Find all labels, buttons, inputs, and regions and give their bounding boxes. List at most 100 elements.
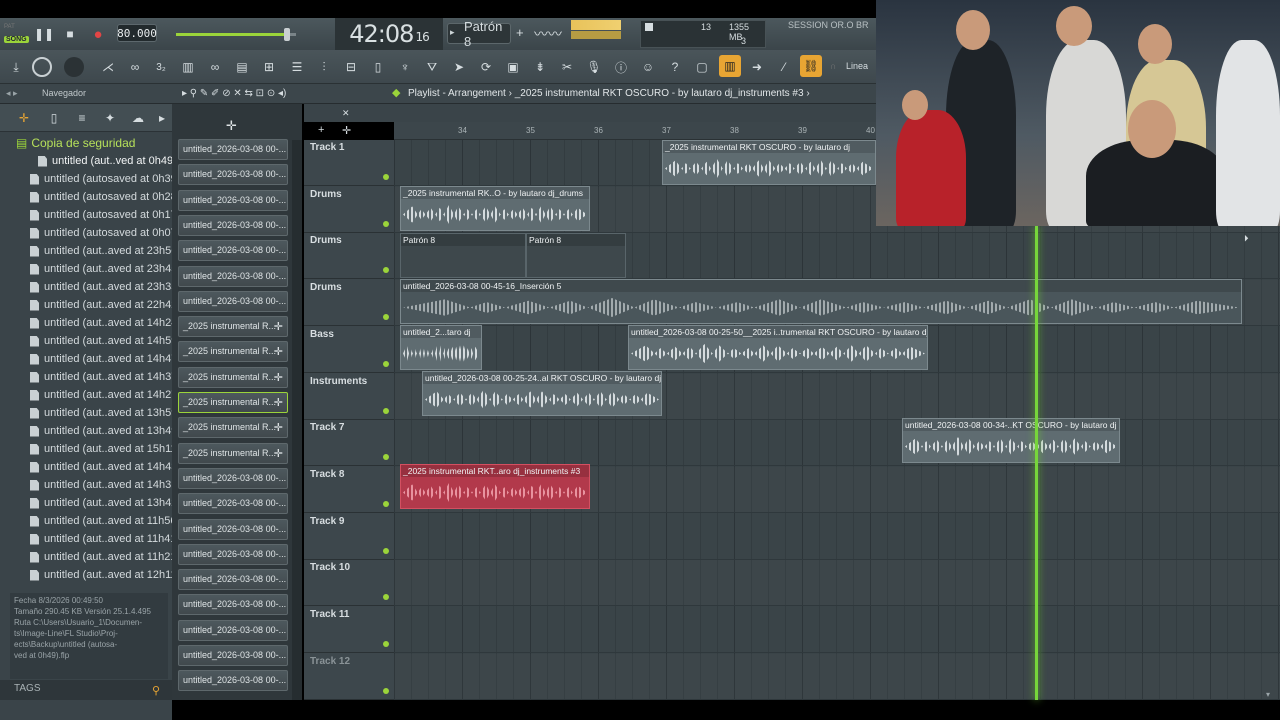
pause-button[interactable]: ❚❚ bbox=[34, 24, 54, 44]
browser-star-icon[interactable]: ✦ bbox=[100, 108, 120, 128]
clip-pattern-8b[interactable]: Patrón 8 bbox=[526, 233, 626, 278]
channel-button[interactable]: untitled_2026-03-08 00-... bbox=[178, 164, 288, 186]
track-header[interactable]: Drums bbox=[304, 280, 394, 327]
clip-track7[interactable]: untitled_2026-03-08 00-34-..KT OSCURO - … bbox=[902, 418, 1120, 463]
channel-button[interactable]: untitled_2026-03-08 00-... bbox=[178, 493, 288, 515]
step-edit-icon[interactable]: ▥ bbox=[178, 57, 198, 77]
browser-item[interactable]: untitled (aut..aved at 13h49) bbox=[0, 422, 172, 440]
clip-drums-1[interactable]: _2025 instrumental RK..O - by lautaro dj… bbox=[400, 186, 590, 231]
browser-item[interactable]: untitled (aut..aved at 11h41) bbox=[0, 530, 172, 548]
loop-record-icon[interactable]: ∞ bbox=[205, 57, 225, 77]
browser-item[interactable]: untitled (aut..aved at 23h45) bbox=[0, 260, 172, 278]
pattern-selector[interactable]: Patrón 8 bbox=[447, 19, 511, 49]
mixer-icon[interactable]: ⫶ bbox=[314, 57, 334, 77]
stroke-icon[interactable]: ⁄ bbox=[774, 57, 794, 77]
browser-item[interactable]: untitled (autosaved at 0h17) bbox=[0, 206, 172, 224]
browser-item[interactable]: untitled (aut..aved at 23h56) bbox=[0, 242, 172, 260]
channel-button[interactable]: untitled_2026-03-08 00-... bbox=[178, 645, 288, 666]
window-icon[interactable]: ▢ bbox=[692, 57, 712, 77]
target-icon[interactable]: ✛ bbox=[342, 124, 351, 137]
channel-button[interactable]: untitled_2026-03-08 00-... bbox=[178, 543, 288, 565]
channel-button[interactable]: untitled_2026-03-08 00-... bbox=[178, 265, 288, 287]
browser-item[interactable]: untitled (aut..aved at 14h43) bbox=[0, 458, 172, 476]
channel-button[interactable]: _2025 instrumental R... bbox=[178, 417, 288, 439]
channel-button[interactable]: untitled_2026-03-08 00-... bbox=[178, 518, 288, 540]
channel-button[interactable]: untitled_2026-03-08 00-... bbox=[178, 290, 288, 312]
link-icon[interactable]: ⛓ bbox=[800, 55, 822, 77]
channel-button[interactable]: _2025 instrumental R... bbox=[178, 316, 288, 338]
track-row[interactable] bbox=[394, 420, 1280, 467]
channel-scrollbar[interactable] bbox=[292, 140, 302, 700]
plugin-icon[interactable]: ♆ bbox=[395, 57, 415, 77]
channel-target-icon[interactable]: ✛ bbox=[226, 118, 237, 134]
browser-item[interactable]: untitled (aut..aved at 14h24) bbox=[0, 314, 172, 332]
clip-track1[interactable]: _2025 instrumental RKT OSCURO - by lauta… bbox=[662, 140, 876, 185]
track-enable-led[interactable] bbox=[383, 500, 389, 507]
playlist-icon[interactable]: ☰ bbox=[287, 57, 307, 77]
main-volume-knob[interactable] bbox=[64, 57, 84, 77]
browser-item[interactable]: untitled (autosaved at 0h39) bbox=[0, 170, 172, 188]
browser-item[interactable]: untitled (aut..aved at 13h42) bbox=[0, 494, 172, 512]
add-track-icon[interactable]: + bbox=[318, 124, 324, 136]
browser-list-icon[interactable]: ≡ bbox=[72, 108, 92, 128]
nav-arrows-icon[interactable]: ◂ ▸ bbox=[6, 88, 18, 99]
download-icon[interactable]: ⤓ bbox=[6, 57, 26, 77]
tags-bar[interactable]: TAGS bbox=[0, 680, 172, 700]
tempo-display[interactable]: 80.000 bbox=[117, 24, 157, 42]
browser-target-icon[interactable]: ✛ bbox=[14, 108, 34, 128]
refresh-icon[interactable]: ⟳ bbox=[476, 57, 496, 77]
countdown-icon[interactable]: 3₂ bbox=[151, 57, 171, 77]
help-icon[interactable]: ? bbox=[665, 57, 685, 77]
document-icon[interactable]: ▯ bbox=[368, 57, 388, 77]
browser-item[interactable]: untitled (autosaved at 0h28) bbox=[0, 188, 172, 206]
track-enable-led[interactable] bbox=[383, 687, 389, 694]
track-enable-led[interactable] bbox=[383, 641, 389, 647]
save-icon[interactable]: ▣ bbox=[503, 57, 523, 77]
play-icon[interactable]: ◆ bbox=[392, 86, 400, 99]
track-enable-led[interactable] bbox=[383, 267, 389, 274]
track-header[interactable]: Drums bbox=[304, 233, 394, 280]
add-pattern-icon[interactable]: + bbox=[516, 25, 524, 40]
track-header[interactable]: Bass bbox=[304, 327, 394, 373]
browser-file-icon[interactable]: ▯ bbox=[44, 108, 64, 128]
snap-mode[interactable]: Linea bbox=[846, 61, 868, 71]
track-enable-led[interactable] bbox=[383, 547, 389, 554]
track-row[interactable] bbox=[394, 654, 1280, 700]
smile-icon[interactable]: ☺ bbox=[638, 57, 658, 77]
clip-drums-3[interactable]: untitled_2026-03-08 00-45-16_Inserción 5 bbox=[400, 279, 1242, 324]
browser-item[interactable]: untitled (aut..aved at 23h35) bbox=[0, 278, 172, 296]
song-mode-toggle[interactable]: SONG bbox=[4, 36, 29, 43]
track-row[interactable] bbox=[394, 514, 1280, 560]
browser-item[interactable]: untitled (aut..aved at 14h31) bbox=[0, 476, 172, 494]
song-time-display[interactable]: 42:08 16 bbox=[335, 18, 443, 50]
cut-icon[interactable]: ✂ bbox=[557, 57, 577, 77]
channel-button[interactable]: _2025 instrumental R... bbox=[178, 442, 288, 464]
track-enable-led[interactable] bbox=[383, 220, 389, 227]
piano-roll-icon[interactable]: ▥ bbox=[719, 55, 741, 77]
remove-icon[interactable]: ✕ bbox=[342, 108, 350, 119]
track-enable-led[interactable] bbox=[383, 360, 389, 367]
track-enable-led[interactable] bbox=[383, 594, 389, 601]
browser-item[interactable]: untitled (aut..aved at 15h11) bbox=[0, 440, 172, 458]
master-volume-knob[interactable] bbox=[284, 28, 290, 41]
channel-button[interactable]: untitled_2026-03-08 00-... bbox=[178, 594, 288, 616]
render-icon[interactable]: ⇟ bbox=[530, 57, 550, 77]
channel-button[interactable]: untitled_2026-03-08 00-... bbox=[178, 214, 288, 236]
tag-icon[interactable]: ➤ bbox=[449, 57, 469, 77]
browser-item[interactable]: untitled (aut..aved at 22h42) bbox=[0, 296, 172, 314]
channel-button[interactable]: untitled_2026-03-08 00-... bbox=[178, 139, 288, 160]
scroll-down-icon[interactable]: ▾ bbox=[1266, 690, 1270, 699]
browser-item[interactable]: untitled (aut..aved at 14h27) bbox=[0, 386, 172, 404]
browser-item[interactable]: untitled (aut..aved at 14h59) bbox=[0, 332, 172, 350]
browser-item[interactable]: untitled (aut..ved at 0h49) bbox=[0, 152, 172, 170]
browser-item[interactable]: untitled (aut..aved at 12h11) bbox=[0, 566, 172, 584]
channel-button[interactable]: untitled_2026-03-08 00-... bbox=[178, 467, 288, 489]
channel-button[interactable]: _2025 instrumental R... bbox=[178, 392, 288, 413]
channel-button[interactable]: untitled_2026-03-08 00-... bbox=[178, 569, 288, 591]
track-header[interactable]: Instruments bbox=[304, 374, 394, 420]
track-header[interactable]: Track 10 bbox=[304, 560, 394, 607]
browser-item[interactable]: untitled (aut..aved at 14h37) bbox=[0, 368, 172, 386]
track-header[interactable]: Track 7 bbox=[304, 420, 394, 467]
stop-button[interactable]: ■ bbox=[60, 24, 80, 44]
browser-item[interactable]: untitled (aut..aved at 11h21) bbox=[0, 548, 172, 566]
